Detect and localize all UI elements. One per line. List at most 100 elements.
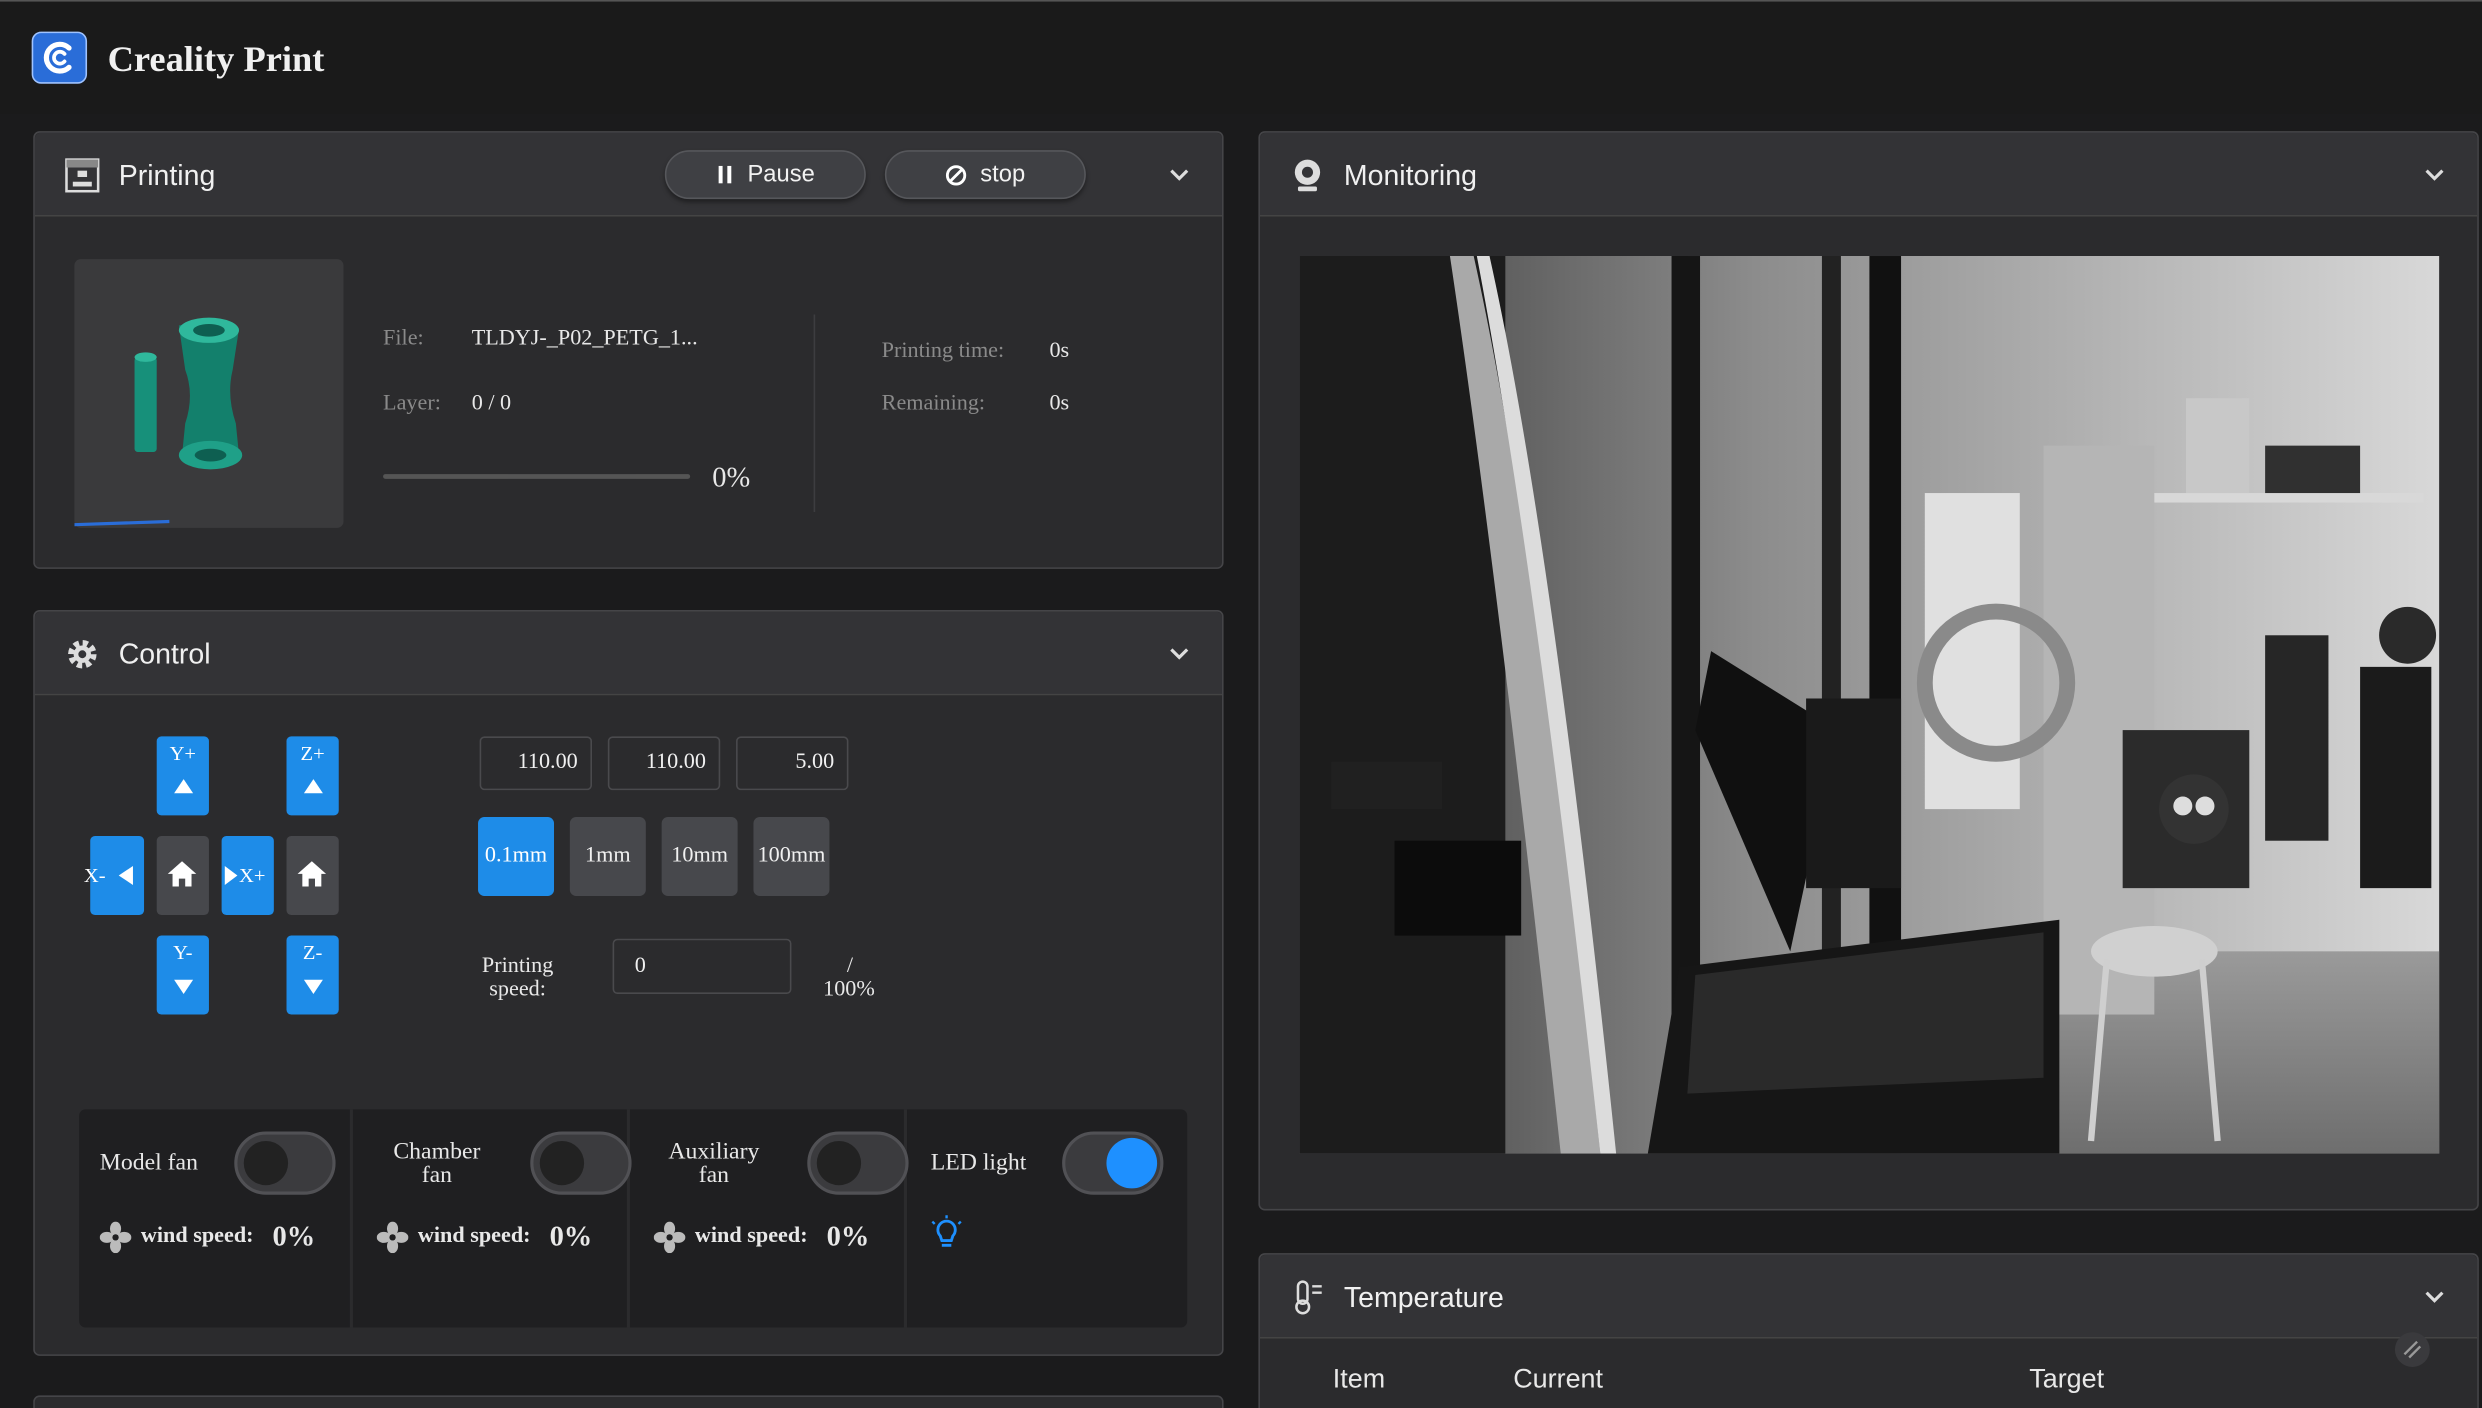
- thermometer-icon: [1295, 1280, 1322, 1315]
- arrow-up-icon: [303, 779, 323, 794]
- home-icon: [297, 861, 327, 887]
- info-divider: [813, 314, 816, 513]
- x-plus-button[interactable]: X+: [221, 835, 274, 915]
- z-plus-label: Z+: [300, 741, 325, 765]
- led-light-label: LED light: [930, 1150, 1027, 1176]
- speed-slash: /: [846, 954, 854, 979]
- top-bar: Creality Print: [0, 0, 2482, 114]
- layer-label: Layer:: [383, 391, 441, 416]
- layer-value: 0 / 0: [471, 391, 512, 416]
- chamber-fan-label: Chamber fan: [393, 1139, 481, 1189]
- file-label: File:: [383, 327, 424, 351]
- control-panel: Control Y+ Z+ X- X+ Y- Z- 110.00 110.00 …: [33, 609, 1224, 1356]
- temperature-header: Temperature: [1259, 1254, 2478, 1339]
- y-plus-label: Y+: [169, 741, 197, 765]
- printing-panel: Printing Pause stop File: TLDYJ-_P02_PET…: [33, 131, 1224, 569]
- control-header: Control: [34, 611, 1222, 696]
- y-plus-button[interactable]: Y+: [156, 736, 209, 816]
- model-thumbnail: [74, 259, 344, 528]
- camera-feed[interactable]: [1299, 256, 2440, 1154]
- pause-button[interactable]: Pause: [664, 150, 866, 200]
- z-minus-label: Z-: [302, 940, 323, 964]
- model-fan-label: Model fan: [99, 1150, 198, 1176]
- model-fan-wind: wind speed: 0%: [99, 1219, 316, 1253]
- z-plus-button[interactable]: Z+: [286, 736, 339, 816]
- stop-button[interactable]: stop: [884, 150, 1086, 200]
- step-button-1mm[interactable]: 1mm: [569, 817, 646, 897]
- printing-time-value: 0s: [1049, 339, 1070, 364]
- arrow-right-icon: [224, 866, 238, 885]
- chevron-down-icon[interactable]: [1168, 642, 1190, 664]
- stop-icon: [946, 164, 967, 185]
- arrow-left-icon: [118, 866, 133, 885]
- model-fan-toggle[interactable]: [234, 1131, 336, 1195]
- chamber-fan-wind-label: wind speed:: [417, 1223, 531, 1248]
- y-minus-label: Y-: [173, 940, 193, 964]
- printing-header: Printing Pause stop: [34, 132, 1222, 217]
- app-root: Creality Print Printing Pause stop File:…: [0, 0, 2482, 1408]
- stop-label: stop: [980, 161, 1026, 189]
- chevron-down-icon[interactable]: [2423, 1285, 2445, 1307]
- speed-percent: 100%: [823, 978, 875, 1002]
- column-header-item: Item: [1332, 1363, 1386, 1394]
- auxiliary-fan-wind-label: wind speed:: [694, 1223, 808, 1248]
- led-light-cell: LED light: [910, 1109, 1184, 1327]
- step-button-10mm[interactable]: 10mm: [661, 817, 738, 897]
- monitoring-title: Monitoring: [1343, 159, 1477, 192]
- printing-time-label: Printing time:: [881, 339, 1005, 364]
- fan-icon: [653, 1220, 686, 1253]
- control-title: Control: [118, 638, 211, 671]
- y-coord-field[interactable]: 110.00: [607, 736, 721, 791]
- arrow-down-icon: [303, 979, 323, 995]
- remaining-value: 0s: [1049, 391, 1070, 416]
- temperature-title: Temperature: [1343, 1281, 1504, 1314]
- fan-icon: [376, 1220, 409, 1253]
- home-z-button[interactable]: [286, 835, 339, 915]
- y-minus-button[interactable]: Y-: [156, 935, 209, 1015]
- next-panel-edge: [33, 1395, 1224, 1408]
- step-button-100mm[interactable]: 100mm: [753, 817, 830, 897]
- led-light-toggle[interactable]: [1062, 1131, 1164, 1195]
- progress-bar: [383, 474, 691, 479]
- home-icon: [167, 861, 197, 887]
- z-coord-field[interactable]: 5.00: [736, 736, 849, 791]
- x-coord-field[interactable]: 110.00: [479, 736, 593, 791]
- chamber-fan-toggle[interactable]: [530, 1131, 632, 1195]
- file-value: TLDYJ-_P02_PETG_1...: [471, 327, 698, 351]
- auxiliary-fan-wind-value: 0%: [826, 1219, 870, 1252]
- x-minus-button[interactable]: X-: [84, 835, 145, 915]
- printing-speed-label: Printing speed:: [481, 954, 554, 1002]
- auxiliary-fan-cell: Auxiliary fan wind speed: 0%: [633, 1109, 909, 1328]
- model-fan-cell: Model fan wind speed: 0%: [79, 1109, 353, 1328]
- pause-icon: [718, 165, 732, 184]
- pause-label: Pause: [747, 161, 815, 189]
- auxiliary-fan-label: Auxiliary fan: [668, 1139, 760, 1189]
- camera-icon: [1294, 159, 1321, 192]
- monitoring-panel: Monitoring: [1258, 131, 2479, 1211]
- chamber-fan-cell: Chamber fan wind speed: 0%: [356, 1109, 632, 1328]
- monitoring-header: Monitoring: [1259, 132, 2478, 217]
- column-header-current: Current: [1513, 1363, 1603, 1394]
- creality-logo-icon: [31, 31, 88, 84]
- model-fan-wind-value: 0%: [272, 1219, 316, 1252]
- printing-speed-input[interactable]: [612, 938, 792, 995]
- chevron-down-icon[interactable]: [2423, 163, 2445, 185]
- step-button-0.1mm[interactable]: 0.1mm: [478, 817, 555, 897]
- resize-handle-icon[interactable]: [2393, 1331, 2431, 1369]
- x-plus-label: X+: [239, 862, 266, 887]
- bulb-icon: [931, 1215, 962, 1247]
- auxiliary-fan-toggle[interactable]: [807, 1131, 909, 1195]
- progress-text: 0%: [712, 461, 751, 494]
- arrow-up-icon: [173, 779, 193, 794]
- temperature-panel: Temperature Item Current Target: [1258, 1253, 2479, 1408]
- chamber-fan-wind: wind speed: 0%: [376, 1220, 592, 1253]
- fan-icon: [99, 1220, 132, 1253]
- model-fan-wind-label: wind speed:: [140, 1223, 254, 1248]
- arrow-down-icon: [173, 979, 193, 995]
- home-xy-button[interactable]: [156, 835, 209, 915]
- z-minus-button[interactable]: Z-: [286, 935, 339, 1015]
- chevron-down-icon[interactable]: [1168, 163, 1190, 185]
- printing-title: Printing: [118, 159, 216, 192]
- remaining-label: Remaining:: [881, 391, 986, 416]
- app-title: Creality Print: [107, 39, 325, 80]
